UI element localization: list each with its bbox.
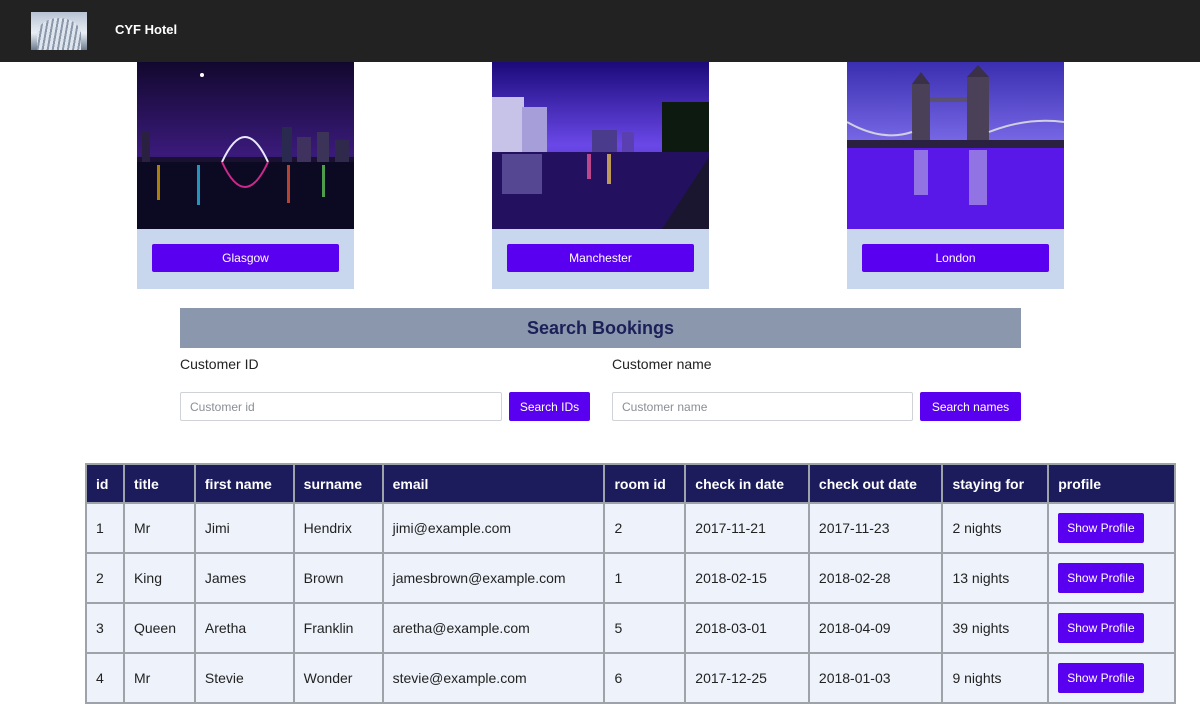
- show-profile-button[interactable]: Show Profile: [1058, 563, 1144, 593]
- cell-check-in: 2018-03-01: [684, 602, 810, 654]
- show-profile-button[interactable]: Show Profile: [1058, 613, 1144, 643]
- glasgow-skyline-photo: [137, 62, 354, 229]
- cell-check-out: 2018-02-28: [807, 552, 944, 604]
- show-profile-button[interactable]: Show Profile: [1058, 513, 1144, 543]
- search-names-button[interactable]: Search names: [920, 392, 1021, 421]
- cell-room-id: 1: [603, 552, 687, 604]
- column-header-check-in: check in date: [684, 463, 810, 504]
- table-row: 2 King James Brown jamesbrown@example.co…: [85, 552, 1176, 604]
- cell-check-in: 2018-02-15: [684, 552, 810, 604]
- cell-title: Mr: [122, 652, 196, 704]
- cell-staying-for: 39 nights: [941, 602, 1050, 654]
- cell-first-name: Jimi: [193, 502, 295, 554]
- top-navbar: CYF Hotel: [0, 0, 1200, 62]
- city-card-manchester: Manchester: [492, 62, 709, 289]
- search-ids-button[interactable]: Search IDs: [509, 392, 590, 421]
- cell-staying-for: 9 nights: [941, 652, 1050, 704]
- brand-name[interactable]: CYF Hotel: [115, 22, 177, 37]
- cell-room-id: 6: [603, 652, 687, 704]
- cell-room-id: 5: [603, 602, 687, 654]
- city-button-glasgow[interactable]: Glasgow: [152, 244, 339, 272]
- bookings-table: id title first name surname email room i…: [85, 463, 1176, 704]
- column-header-surname: surname: [292, 463, 384, 504]
- cell-check-out: 2018-01-03: [807, 652, 944, 704]
- cell-email: aretha@example.com: [381, 602, 606, 654]
- city-card-london: London: [847, 62, 1064, 289]
- column-header-id: id: [85, 463, 125, 504]
- cell-first-name: James: [193, 552, 295, 604]
- cell-room-id: 2: [603, 502, 687, 554]
- column-header-email: email: [381, 463, 606, 504]
- cell-id: 2: [85, 552, 125, 604]
- customer-name-input[interactable]: [612, 392, 913, 421]
- cell-profile: Show Profile: [1047, 602, 1176, 654]
- city-button-manchester[interactable]: Manchester: [507, 244, 694, 272]
- show-profile-button[interactable]: Show Profile: [1058, 663, 1144, 693]
- search-bookings-title: Search Bookings: [180, 308, 1021, 348]
- customer-id-input[interactable]: [180, 392, 502, 421]
- column-header-profile: profile: [1047, 463, 1176, 504]
- column-header-title: title: [122, 463, 196, 504]
- column-header-first-name: first name: [193, 463, 295, 504]
- cell-profile: Show Profile: [1047, 502, 1176, 554]
- column-header-check-out: check out date: [807, 463, 944, 504]
- cell-email: jamesbrown@example.com: [381, 552, 606, 604]
- hotel-building-logo[interactable]: [31, 12, 87, 50]
- cell-first-name: Stevie: [193, 652, 295, 704]
- table-row: 3 Queen Aretha Franklin aretha@example.c…: [85, 602, 1176, 654]
- cell-first-name: Aretha: [193, 602, 295, 654]
- cell-check-out: 2017-11-23: [807, 502, 944, 554]
- table-row: 4 Mr Stevie Wonder stevie@example.com 6 …: [85, 652, 1176, 704]
- column-header-staying-for: staying for: [941, 463, 1050, 504]
- column-header-room-id: room id: [603, 463, 687, 504]
- manchester-skyline-photo: [492, 62, 709, 229]
- table-row: 1 Mr Jimi Hendrix jimi@example.com 2 201…: [85, 502, 1176, 554]
- cell-id: 1: [85, 502, 125, 554]
- city-button-london[interactable]: London: [862, 244, 1049, 272]
- cell-id: 4: [85, 652, 125, 704]
- cell-title: Mr: [122, 502, 196, 554]
- table-header-row: id title first name surname email room i…: [85, 463, 1176, 504]
- cell-staying-for: 2 nights: [941, 502, 1050, 554]
- cell-surname: Brown: [292, 552, 384, 604]
- cell-check-out: 2018-04-09: [807, 602, 944, 654]
- cell-title: Queen: [122, 602, 196, 654]
- customer-name-label: Customer name: [612, 356, 712, 372]
- customer-id-label: Customer ID: [180, 356, 259, 372]
- cell-surname: Franklin: [292, 602, 384, 654]
- cell-staying-for: 13 nights: [941, 552, 1050, 604]
- london-tower-bridge-photo: [847, 62, 1064, 229]
- cell-profile: Show Profile: [1047, 552, 1176, 604]
- cell-check-in: 2017-12-25: [684, 652, 810, 704]
- cell-surname: Hendrix: [292, 502, 384, 554]
- city-card-glasgow: Glasgow: [137, 62, 354, 289]
- cell-surname: Wonder: [292, 652, 384, 704]
- cell-profile: Show Profile: [1047, 652, 1176, 704]
- cell-email: stevie@example.com: [381, 652, 606, 704]
- cell-title: King: [122, 552, 196, 604]
- cell-check-in: 2017-11-21: [684, 502, 810, 554]
- cell-id: 3: [85, 602, 125, 654]
- cell-email: jimi@example.com: [381, 502, 606, 554]
